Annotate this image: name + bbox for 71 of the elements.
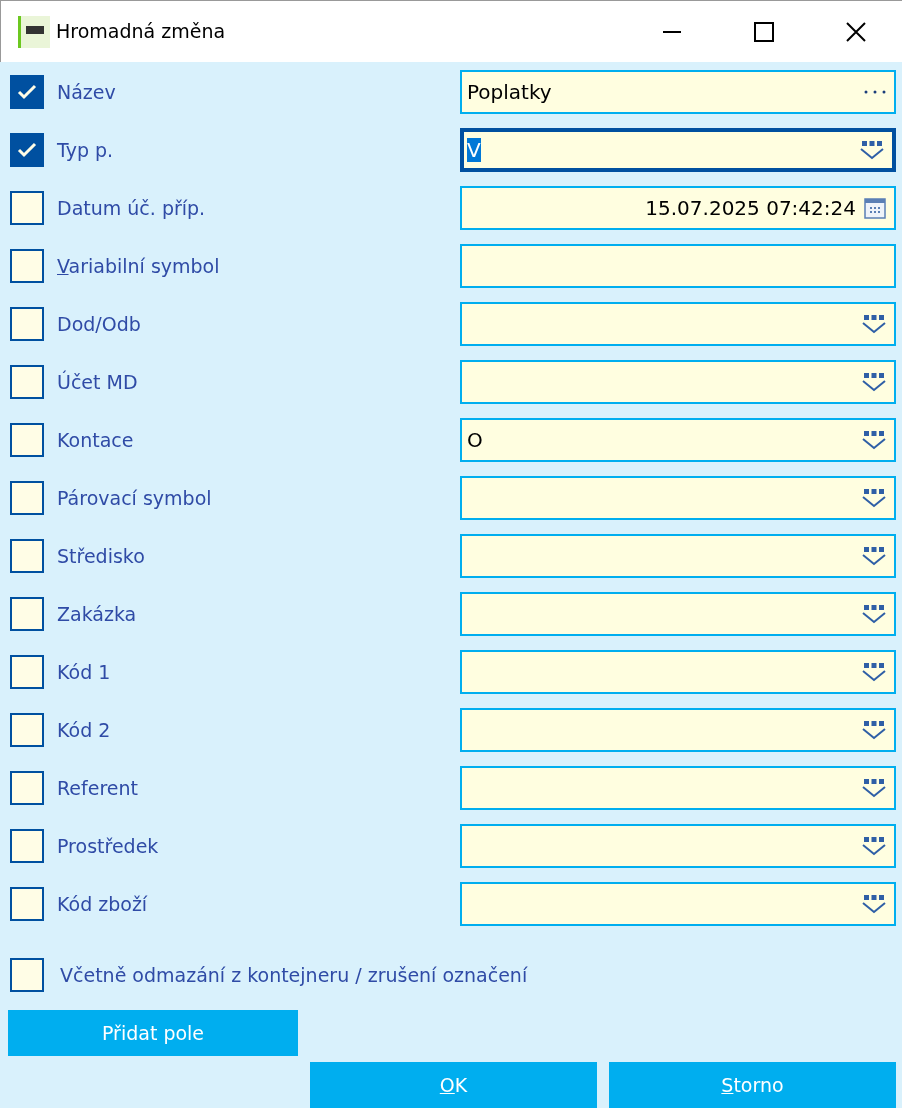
field-label: Párovací symbol <box>57 485 213 511</box>
checkbox[interactable] <box>10 597 44 631</box>
checkbox[interactable] <box>10 481 44 515</box>
checkbox[interactable] <box>10 133 44 167</box>
checkbox[interactable] <box>10 713 44 747</box>
dropdown-icon[interactable] <box>862 314 886 334</box>
checkbox[interactable] <box>10 249 44 283</box>
input-field[interactable] <box>460 650 896 694</box>
checkmark-icon <box>17 84 37 100</box>
input-field[interactable] <box>460 476 896 520</box>
input-field[interactable] <box>460 766 896 810</box>
field-label: Typ p. <box>57 137 115 163</box>
checkbox[interactable] <box>10 423 44 457</box>
dropdown-icon[interactable] <box>862 372 886 392</box>
minimize-icon <box>663 30 681 33</box>
dropdown-icon[interactable] <box>862 894 886 914</box>
checkbox[interactable] <box>10 539 44 573</box>
input-field[interactable] <box>460 302 896 346</box>
field-label: Účet MD <box>57 369 139 395</box>
dropdown-icon[interactable] <box>862 778 886 798</box>
input-field[interactable] <box>460 534 896 578</box>
field-label: Kód 2 <box>57 717 112 743</box>
checkmark-icon <box>17 142 37 158</box>
dropdown-icon[interactable] <box>860 140 884 160</box>
input-field[interactable]: V <box>460 128 896 172</box>
checkbox[interactable] <box>10 771 44 805</box>
field-label: Zakázka <box>57 601 138 627</box>
input-field[interactable]: 15.07.2025 07:42:24 <box>460 186 896 230</box>
field-label: Středisko <box>57 543 146 569</box>
checkbox[interactable] <box>10 887 44 921</box>
option-label: Včetně odmazání z kontejneru / zrušení označení <box>60 962 528 988</box>
checkbox[interactable] <box>10 307 44 341</box>
ok-button[interactable]: OK <box>310 1062 597 1108</box>
input-field[interactable]: Poplatky <box>460 70 896 114</box>
field-label: Kód zboží <box>57 891 149 917</box>
input-field[interactable] <box>460 882 896 926</box>
field-label: Dod/Odb <box>57 311 142 337</box>
checkbox[interactable] <box>10 958 44 992</box>
dropdown-icon[interactable] <box>862 836 886 856</box>
field-label: Kód 1 <box>57 659 112 685</box>
dropdown-icon[interactable] <box>862 662 886 682</box>
cancel-button[interactable]: Storno <box>609 1062 896 1108</box>
dropdown-icon[interactable] <box>862 546 886 566</box>
input-field[interactable] <box>460 592 896 636</box>
checkbox[interactable] <box>10 829 44 863</box>
calendar-icon[interactable] <box>864 197 886 219</box>
app-logo-icon <box>18 15 50 48</box>
add-field-button[interactable]: Přidat pole <box>8 1010 298 1056</box>
field-label: Název <box>57 79 117 105</box>
checkbox[interactable] <box>10 191 44 225</box>
dropdown-icon[interactable] <box>862 430 886 450</box>
field-label: Referent <box>57 775 139 801</box>
close-icon <box>846 21 866 42</box>
dropdown-icon[interactable] <box>862 720 886 740</box>
input-field[interactable] <box>460 708 896 752</box>
input-field[interactable] <box>460 244 896 288</box>
window-title: Hromadná změna <box>56 19 227 45</box>
checkbox[interactable] <box>10 75 44 109</box>
dropdown-icon[interactable] <box>862 488 886 508</box>
field-label: Kontace <box>57 427 135 453</box>
maximize-icon <box>754 21 774 42</box>
input-field[interactable]: O <box>460 418 896 462</box>
checkbox[interactable] <box>10 365 44 399</box>
ellipsis-icon[interactable] <box>864 90 886 94</box>
field-label: Variabilní symbol <box>57 253 221 279</box>
field-label: Prostředek <box>57 833 160 859</box>
dropdown-icon[interactable] <box>862 604 886 624</box>
checkbox[interactable] <box>10 655 44 689</box>
input-field[interactable] <box>460 824 896 868</box>
field-label: Datum úč. příp. <box>57 195 207 221</box>
input-field[interactable] <box>460 360 896 404</box>
